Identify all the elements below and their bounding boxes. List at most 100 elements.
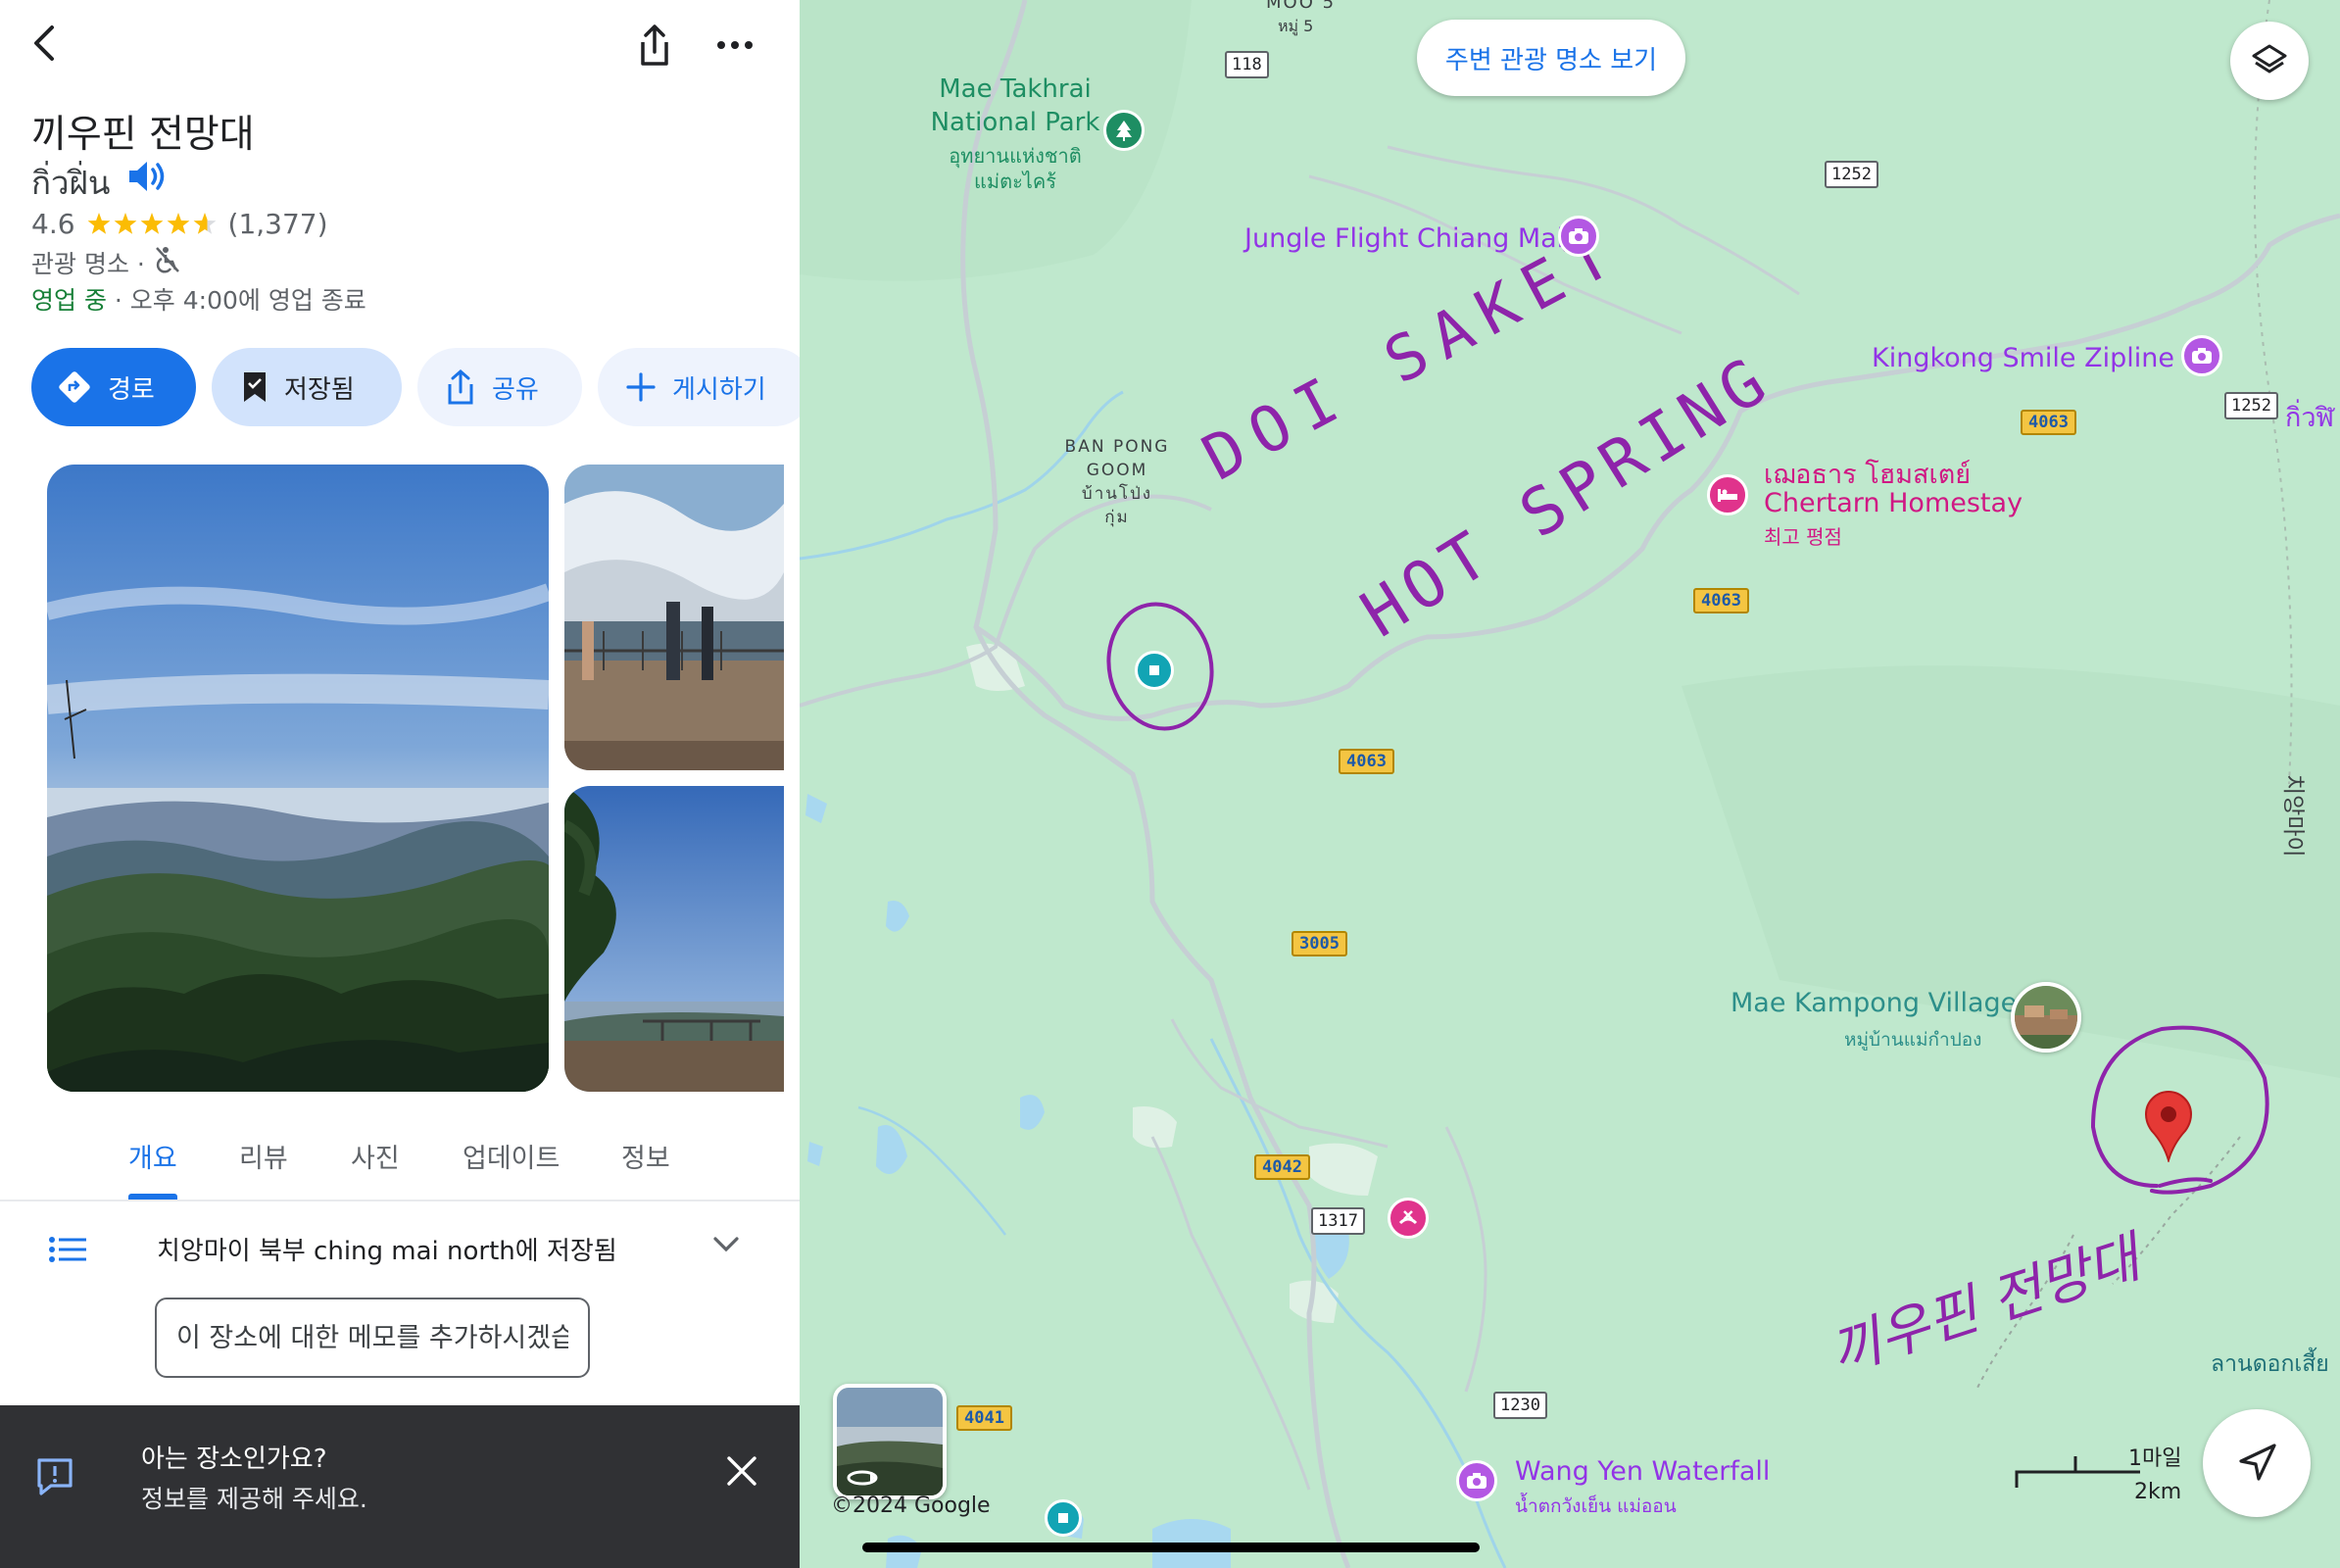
star-icon	[114, 212, 136, 234]
post-button[interactable]: 게시하기	[598, 348, 800, 426]
map-label-village: MOO 5	[1266, 0, 1337, 13]
street-view-thumbnail[interactable]	[833, 1384, 947, 1499]
saved-place-marker[interactable]	[1045, 1499, 1082, 1537]
post-label: 게시하기	[672, 374, 766, 405]
category-row: 관광 명소 ·	[31, 245, 180, 280]
open-status: 영업 중	[31, 286, 107, 315]
park-th-line-2: แม่ตะไคร้	[974, 170, 1056, 193]
map-label-kingkong[interactable]: Kingkong Smile Zipline	[1872, 343, 2174, 373]
tab-photos[interactable]: 사진	[351, 1137, 400, 1175]
no-wheelchair-icon	[155, 246, 180, 279]
map-label-park-th: อุทยานแห่งชาติ แม่ตะไคร้	[947, 143, 1084, 194]
tab-updates[interactable]: 업데이트	[463, 1137, 560, 1175]
village-th-line-2: กุ่ม	[1104, 508, 1130, 527]
saved-label: 저장됨	[284, 374, 355, 405]
park-name-line-2: National Park	[930, 108, 1100, 137]
layers-icon[interactable]	[2230, 22, 2309, 100]
tab-info[interactable]: 정보	[621, 1137, 670, 1175]
navigation-arrow-icon	[2239, 1444, 2276, 1481]
saved-list-row[interactable]: 치앙마이 북부 ching mai north에 저장됨	[0, 1215, 800, 1284]
note-input[interactable]	[155, 1298, 590, 1378]
route-label: 경로	[108, 374, 155, 405]
map-label-wang-yen-th: น้ำตกวังเย็น แม่ออน	[1515, 1495, 1677, 1517]
more-horizontal-icon[interactable]	[715, 18, 755, 73]
camera-poi-icon[interactable]	[2181, 335, 2222, 376]
feedback-icon	[33, 1454, 76, 1503]
map-label-homestay-en[interactable]: Chertarn Homestay	[1764, 488, 2023, 518]
road-shield: 4063	[1339, 749, 1394, 774]
share-button[interactable]: 공유	[417, 348, 582, 426]
saved-button[interactable]: 저장됨	[212, 348, 402, 426]
map-label-right-edge: กิ่วฬิ	[2285, 403, 2334, 433]
village-en-line-2: GOOM	[1086, 461, 1148, 480]
rating-stars	[85, 211, 222, 238]
map-label-village-th: หมู่ 5	[1278, 17, 1314, 35]
hours-row[interactable]: 영업 중 · 오후 4:00에 영업 종료	[31, 281, 366, 317]
back-arrow-icon[interactable]	[20, 18, 71, 69]
camera-poi-icon[interactable]	[1456, 1460, 1497, 1501]
road-shield: 1230	[1493, 1392, 1547, 1419]
list-icon	[49, 1237, 88, 1266]
rating-value: 4.6	[31, 208, 75, 240]
map-label-park[interactable]: Mae Takhrai National Park	[927, 73, 1103, 139]
village-en-line-1: BAN PONG	[1064, 437, 1170, 457]
road-shield: 1317	[1311, 1207, 1365, 1235]
contribute-snackbar: 아는 장소인가요? 정보를 제공해 주세요.	[0, 1405, 800, 1568]
hotel-poi-icon[interactable]	[1707, 474, 1748, 515]
my-location-button[interactable]	[2203, 1409, 2311, 1517]
doi-saket-hot-spring-marker[interactable]	[1135, 651, 1174, 690]
road-shield: 118	[1225, 51, 1269, 78]
scale-bar	[2015, 1452, 2142, 1495]
bookmark-filled-icon	[244, 372, 266, 402]
route-button[interactable]: 경로	[31, 348, 196, 426]
road-shield: 4041	[956, 1405, 1012, 1431]
snackbar-subtitle[interactable]: 정보를 제공해 주세요.	[141, 1480, 367, 1515]
main-photo[interactable]	[47, 465, 549, 1092]
share-icon[interactable]	[627, 18, 682, 73]
directions-icon	[59, 371, 90, 403]
place-category: 관광 명소 ·	[31, 250, 145, 278]
map-label-jungle-flight[interactable]: Jungle Flight Chiang Mai	[1244, 223, 1564, 254]
nearby-attractions-button[interactable]: 주변 관광 명소 보기	[1417, 20, 1685, 96]
map-label-ban-pong-goom: BAN PONG GOOM บ้านโป่ง กุ่ม	[1058, 435, 1176, 529]
star-icon	[167, 212, 189, 234]
tab-reviews[interactable]: 리뷰	[239, 1137, 288, 1175]
road-shield: 4063	[2021, 410, 2076, 435]
mae-kampong-photo-marker[interactable]	[2011, 982, 2081, 1053]
rating-row[interactable]: 4.6 (1,377)	[31, 208, 328, 240]
road-shield: 3005	[1292, 931, 1347, 956]
park-icon[interactable]	[1103, 110, 1145, 151]
active-tab-indicator	[128, 1194, 177, 1200]
star-icon	[193, 212, 216, 234]
map-view[interactable]: DOI SAKET HOT SPRING 끼우핀 전망대 MOO 5 หมู่ …	[800, 0, 2340, 1568]
selected-place-pin-icon[interactable]	[2144, 1090, 2193, 1166]
village-th-line-1: บ้านโป่ง	[1081, 484, 1153, 504]
snackbar-title: 아는 장소인가요?	[141, 1445, 327, 1474]
place-local-name: กิ่วฝิ่น	[31, 164, 111, 202]
camera-poi-icon[interactable]	[1558, 216, 1599, 257]
road-shield: 1252	[2224, 392, 2278, 419]
photo-thumbnail[interactable]	[564, 465, 784, 770]
map-label-wang-yen[interactable]: Wang Yen Waterfall	[1515, 1456, 1770, 1487]
road-shield: 4063	[1693, 588, 1749, 613]
road-shield: 1252	[1825, 161, 1878, 188]
hot-spring-poi-icon[interactable]	[1388, 1198, 1429, 1239]
plus-icon	[626, 372, 656, 402]
homestay-badge: 최고 평점	[1764, 525, 1842, 549]
place-panel: 끼우핀 전망대 กิ่วฝิ่น 4.6 (1,377) 관광 명소 · 영업 …	[0, 0, 800, 1568]
star-icon	[140, 212, 163, 234]
speaker-icon[interactable]	[125, 157, 169, 200]
home-indicator	[862, 1543, 1480, 1552]
photo-thumbnail[interactable]	[564, 786, 784, 1092]
share-icon	[448, 369, 473, 405]
map-label-mae-kampong[interactable]: Mae Kampong Village	[1731, 988, 2017, 1018]
map-label-right-bottom: ลานดอกเสี้ย	[2211, 1351, 2329, 1377]
map-copyright: ©2024 Google	[831, 1494, 991, 1518]
tab-overview[interactable]: 개요	[128, 1137, 177, 1175]
chevron-down-icon[interactable]	[711, 1235, 741, 1258]
map-label-mae-kampong-th: หมู่บ้านแม่กำปอง	[1844, 1029, 1982, 1051]
scale-km-label: 2km	[2134, 1480, 2182, 1504]
road-shield: 4042	[1254, 1154, 1310, 1180]
close-icon[interactable]	[725, 1454, 758, 1492]
star-icon	[87, 212, 110, 234]
